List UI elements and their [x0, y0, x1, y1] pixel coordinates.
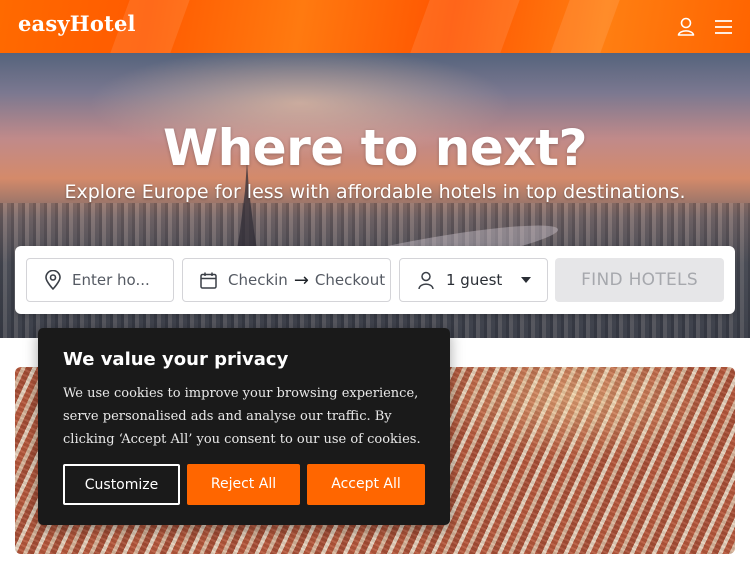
checkin-label[interactable]: Checkin [228, 271, 288, 289]
hero-title: Where to next? [163, 119, 587, 177]
site-header: easyHotel [0, 0, 750, 53]
menu-icon[interactable] [711, 14, 737, 40]
hero-subtitle: Explore Europe for less with affordable … [64, 181, 686, 203]
reject-all-button[interactable]: Reject All [187, 464, 300, 505]
destination-placeholder: Enter ho... [72, 271, 150, 289]
search-panel: Enter ho... Checkin → Checkout 1 guest F… [15, 246, 735, 314]
guests-value: 1 guest [446, 271, 503, 289]
cookie-title: We value your privacy [63, 349, 289, 370]
header-decoration [410, 0, 520, 53]
customize-button[interactable]: Customize [63, 464, 180, 505]
checkout-label[interactable]: Checkout [315, 271, 385, 289]
date-range-picker[interactable]: Checkin → Checkout [182, 258, 391, 302]
header-decoration [550, 0, 620, 53]
cookie-consent-dialog: We value your privacy We use cookies to … [38, 328, 450, 525]
logo[interactable]: easyHotel [18, 11, 136, 36]
accept-all-button[interactable]: Accept All [307, 464, 425, 505]
arrow-right-icon: → [293, 269, 309, 291]
find-hotels-button[interactable]: FIND HOTELS [555, 258, 724, 302]
guests-select[interactable]: 1 guest [399, 258, 548, 302]
caret-down-icon [520, 276, 532, 284]
location-pin-icon [44, 270, 62, 290]
calendar-icon [199, 271, 218, 290]
cookie-description: We use cookies to improve your browsing … [63, 386, 421, 447]
user-icon [416, 270, 436, 290]
destination-input[interactable]: Enter ho... [26, 258, 174, 302]
user-icon[interactable] [673, 14, 699, 40]
